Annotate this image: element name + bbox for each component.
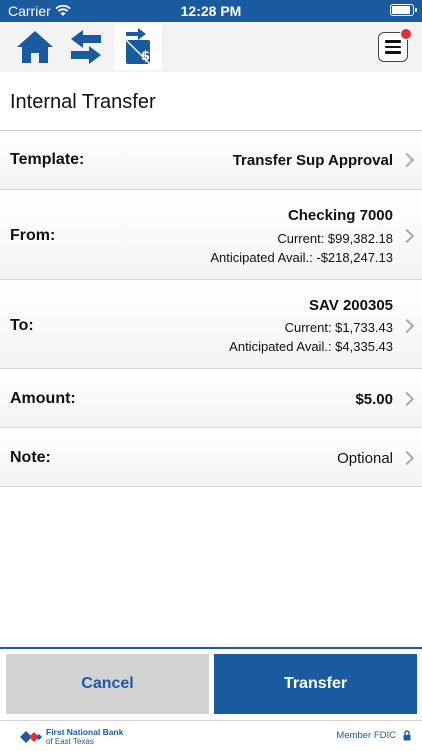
from-current-balance: Current: $99,382.18 xyxy=(277,231,393,246)
bank-name: First National Bank xyxy=(46,727,124,737)
transfer-money-icon: $ xyxy=(125,28,151,65)
chevron-right-icon xyxy=(399,152,415,168)
bank-logo-icon xyxy=(20,730,42,743)
transfer-button[interactable]: Transfer xyxy=(214,654,417,714)
amount-label: Amount: xyxy=(10,390,76,407)
note-row[interactable]: Note: Optional xyxy=(0,428,422,487)
nav-bar: $ xyxy=(0,22,422,72)
to-current-balance: Current: $1,733.43 xyxy=(284,320,393,335)
page-title: Internal Transfer xyxy=(10,91,156,113)
note-placeholder: Optional xyxy=(337,450,393,467)
to-account: SAV 200305 xyxy=(309,297,393,314)
lock-icon xyxy=(403,730,411,741)
chevron-right-icon xyxy=(399,450,415,466)
chevron-right-icon xyxy=(399,318,415,334)
cancel-button[interactable]: Cancel xyxy=(6,654,209,714)
battery-icon xyxy=(390,4,417,16)
to-label: To: xyxy=(10,317,34,334)
internal-transfer-button[interactable]: $ xyxy=(114,24,162,70)
svg-text:$: $ xyxy=(141,49,150,64)
status-bar: Carrier 12:28 PM xyxy=(0,0,422,22)
menu-button[interactable] xyxy=(378,28,412,62)
notification-badge xyxy=(400,28,412,40)
bank-region: of East Texas xyxy=(46,737,94,746)
clock: 12:28 PM xyxy=(180,3,242,19)
home-button[interactable] xyxy=(12,24,58,70)
from-account: Checking 7000 xyxy=(287,207,393,224)
chevron-right-icon xyxy=(399,228,415,244)
home-icon xyxy=(17,31,53,63)
divider xyxy=(0,647,422,649)
bank-logo: First National Bank of East Texas xyxy=(20,727,123,746)
fdic-label: Member FDIC xyxy=(336,730,396,741)
template-value: Transfer Sup Approval xyxy=(232,152,393,169)
amount-row[interactable]: Amount: $5.00 xyxy=(0,369,422,428)
note-label: Note: xyxy=(10,449,51,466)
from-row[interactable]: From: Checking 7000 Current: $99,382.18 … xyxy=(0,190,422,280)
template-row[interactable]: Template: Transfer Sup Approval xyxy=(0,131,422,190)
transfers-button[interactable] xyxy=(63,24,109,70)
to-row[interactable]: To: SAV 200305 Current: $1,733.43 Antici… xyxy=(0,280,422,369)
to-anticipated-balance: Anticipated Avail.: $4,335.43 xyxy=(229,339,393,354)
footer: First National Bank of East Texas Member… xyxy=(0,720,422,751)
amount-value: $5.00 xyxy=(355,391,393,408)
from-label: From: xyxy=(10,227,56,244)
template-label: Template: xyxy=(10,151,85,168)
chevron-right-icon xyxy=(399,391,415,407)
transfer-arrows-icon xyxy=(71,30,101,64)
from-anticipated-balance: Anticipated Avail.: -$218,247.13 xyxy=(210,250,393,265)
